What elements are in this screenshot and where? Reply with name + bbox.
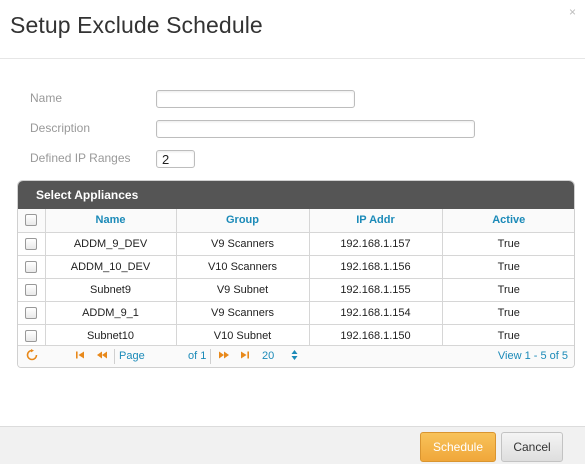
cell-name: Subnet10 (44, 323, 177, 348)
pager-separator (114, 349, 115, 364)
refresh-icon[interactable] (26, 349, 38, 364)
cell-ip: 192.168.1.154 (308, 300, 443, 325)
cell-name: ADDM_9_1 (44, 300, 177, 325)
cell-name: ADDM_9_DEV (44, 231, 177, 256)
row-checkbox[interactable] (25, 237, 38, 250)
column-header-name[interactable]: Name (44, 209, 177, 233)
page-count-label: of 1 (188, 350, 207, 362)
cell-group: V9 Scanners (175, 300, 310, 325)
cell-group: V10 Scanners (175, 254, 310, 279)
title-divider (0, 58, 585, 59)
first-page-icon[interactable] (76, 350, 87, 363)
page-size-value[interactable]: 20 (262, 350, 274, 362)
row-select-cell (18, 277, 46, 302)
appliances-grid: Select Appliances Name Group IP Addr Act… (17, 180, 575, 368)
table-row[interactable]: ADDM_9_1 V9 Scanners 192.168.1.154 True (18, 300, 574, 325)
ip-ranges-field[interactable] (156, 150, 195, 168)
close-icon[interactable]: × (569, 6, 576, 18)
cell-active: True (441, 300, 574, 325)
ip-ranges-label: Defined IP Ranges (30, 151, 131, 165)
column-header-ip-addr[interactable]: IP Addr (308, 209, 443, 233)
grid-caption: Select Appliances (18, 181, 574, 209)
setup-exclude-schedule-dialog: Setup Exclude Schedule × Name Descriptio… (0, 0, 585, 464)
select-arrows-icon[interactable] (291, 349, 298, 364)
row-select-cell (18, 254, 46, 279)
cell-ip: 192.168.1.155 (308, 277, 443, 302)
next-page-icon[interactable] (218, 350, 230, 363)
column-header-active[interactable]: Active (441, 209, 574, 233)
table-row[interactable]: Subnet10 V10 Subnet 192.168.1.150 True (18, 323, 574, 348)
schedule-button[interactable]: Schedule (420, 432, 496, 462)
cell-ip: 192.168.1.150 (308, 323, 443, 348)
select-all-cell (18, 209, 46, 233)
table-header-row: Name Group IP Addr Active (18, 209, 574, 233)
last-page-icon[interactable] (238, 350, 249, 363)
description-field[interactable] (156, 120, 475, 138)
prev-page-icon[interactable] (96, 350, 108, 363)
cell-group: V10 Subnet (175, 323, 310, 348)
row-select-cell (18, 323, 46, 348)
grid-pager: Page of 1 20 View 1 - 5 of 5 (18, 345, 574, 367)
table-row[interactable]: Subnet9 V9 Subnet 192.168.1.155 True (18, 277, 574, 302)
cell-group: V9 Scanners (175, 231, 310, 256)
column-header-group[interactable]: Group (175, 209, 310, 233)
view-records-label: View 1 - 5 of 5 (497, 350, 568, 362)
row-checkbox[interactable] (25, 283, 38, 296)
table-row[interactable]: ADDM_10_DEV V10 Scanners 192.168.1.156 T… (18, 254, 574, 279)
appliances-table: Name Group IP Addr Active ADDM_9_DEV V9 … (18, 209, 574, 348)
row-checkbox[interactable] (25, 260, 38, 273)
cell-name: Subnet9 (44, 277, 177, 302)
row-select-cell (18, 231, 46, 256)
cell-active: True (441, 254, 574, 279)
page-label: Page (119, 350, 145, 362)
pager-separator (210, 349, 211, 364)
cell-active: True (441, 323, 574, 348)
name-field[interactable] (156, 90, 355, 108)
row-select-cell (18, 300, 46, 325)
name-label: Name (30, 91, 63, 105)
cancel-button[interactable]: Cancel (501, 432, 563, 462)
row-checkbox[interactable] (25, 306, 38, 319)
dialog-footer: Schedule Cancel (0, 426, 585, 464)
cell-ip: 192.168.1.156 (308, 254, 443, 279)
cell-active: True (441, 231, 574, 256)
select-all-checkbox[interactable] (25, 214, 38, 227)
table-row[interactable]: ADDM_9_DEV V9 Scanners 192.168.1.157 Tru… (18, 231, 574, 256)
description-label: Description (30, 121, 91, 135)
page-number-input[interactable] (160, 349, 182, 364)
row-checkbox[interactable] (25, 329, 38, 342)
cell-active: True (441, 277, 574, 302)
cell-name: ADDM_10_DEV (44, 254, 177, 279)
dialog-title: Setup Exclude Schedule (10, 12, 263, 38)
cell-group: V9 Subnet (175, 277, 310, 302)
cell-ip: 192.168.1.157 (308, 231, 443, 256)
